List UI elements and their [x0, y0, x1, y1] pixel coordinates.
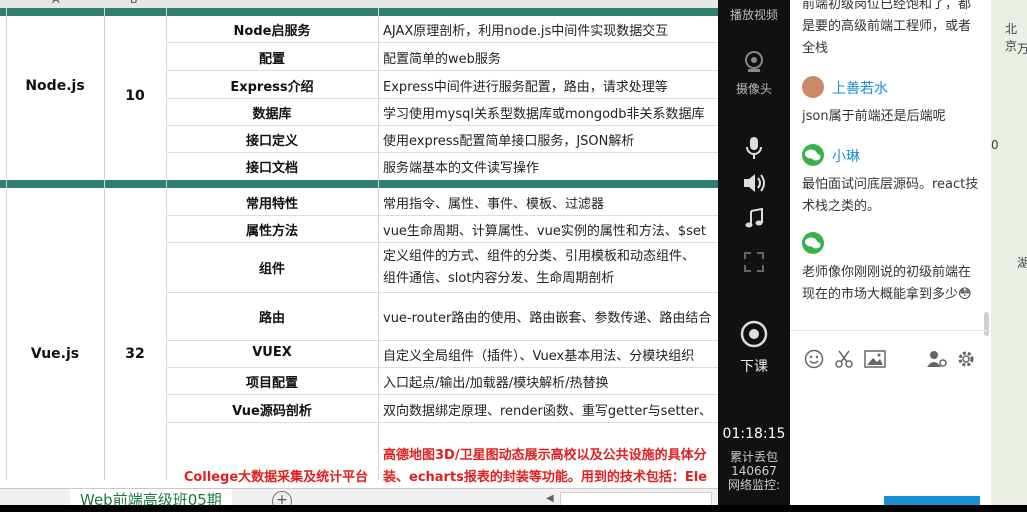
topic-cell[interactable]: 配置 [166, 48, 378, 67]
row-divider [166, 42, 718, 43]
row-divider [166, 292, 718, 293]
description-cell[interactable]: vue生命周期、计算属性、vue实例的属性和方法、$set [383, 220, 718, 239]
column-header-a[interactable]: A [52, 0, 60, 6]
description-cell[interactable]: AJAX原理剖析，利用node.js中间件实现数据交互 [383, 20, 718, 39]
description-cell[interactable]: 入口起点/输出/加载器/模块解析/热替换 [383, 372, 718, 391]
end-class-icon[interactable] [740, 320, 768, 348]
topic-cell[interactable]: 接口定义 [166, 130, 378, 149]
row-divider [166, 125, 718, 126]
topic-cell[interactable]: Vue源码剖析 [166, 400, 378, 419]
row-divider [166, 242, 718, 243]
play-video-label[interactable]: 播放视频 [718, 6, 790, 23]
spreadsheet: A B Node.js 10 Node启服务 AJAX原理剖析，利用node.j… [0, 0, 718, 512]
map-label: 湖 [1017, 256, 1027, 270]
music-icon[interactable] [744, 207, 764, 230]
chat-toolbar [790, 330, 991, 389]
map-background: 北京 万 0 湖 [991, 0, 1027, 512]
row-divider [166, 152, 718, 153]
row-divider [166, 215, 718, 216]
hours-cell[interactable]: 10 [104, 88, 166, 104]
topic-cell[interactable]: 路由 [166, 307, 378, 326]
topic-cell[interactable]: Express介绍 [166, 76, 378, 95]
emoji-icon[interactable] [804, 349, 824, 369]
topic-cell[interactable]: 项目配置 [166, 372, 378, 391]
description-cell[interactable]: 服务端基本的文件读写操作 [383, 157, 718, 176]
fullscreen-icon[interactable] [744, 252, 764, 272]
topic-cell[interactable]: 常用特性 [166, 193, 378, 212]
grid-line [104, 8, 105, 480]
emoji: 😳 [958, 287, 972, 302]
taskbar [0, 505, 1027, 512]
description-cell[interactable]: Express中间件进行服务配置，路由，请求处理等 [383, 76, 718, 95]
image-icon[interactable] [864, 349, 886, 369]
module-name-cell[interactable]: Node.js [6, 78, 104, 94]
scissors-icon[interactable] [834, 349, 854, 369]
row-divider [166, 422, 718, 423]
chat-username[interactable]: 小琳 [832, 146, 860, 166]
scroll-left-icon[interactable]: ◀ [546, 493, 554, 504]
chat-message-text: 最怕面试问底层源码。react技术栈之类的。 [802, 177, 979, 214]
section-divider [0, 180, 718, 188]
row-divider [166, 367, 718, 368]
live-control-panel: 播放视频 摄像头 下课 01:18:15 累计丢包 140667 网络监控: [718, 0, 790, 512]
camera-label[interactable]: 摄像头 [718, 80, 790, 97]
row-divider [166, 340, 718, 341]
description-cell[interactable]: 双向数据绑定原理、render函数、重写getter与setter、 [383, 400, 718, 419]
map-label: 万 [1017, 42, 1027, 56]
description-cell[interactable]: 定义组件的方式、组件的分类、引用模板和动态组件、组件通信、slot内容分发、生命… [383, 246, 703, 290]
description-cell[interactable]: 使用express配置简单接口服务，JSON解析 [383, 130, 718, 149]
user-settings-icon[interactable] [926, 349, 948, 369]
network-monitor-label: 网络监控: [727, 478, 781, 492]
column-header-b[interactable]: B [130, 0, 138, 6]
row-divider [166, 70, 718, 71]
row-divider [166, 394, 718, 395]
topic-cell[interactable]: 属性方法 [166, 220, 378, 239]
speaker-icon[interactable] [742, 172, 766, 194]
packet-loss-label: 累计丢包 [729, 450, 778, 464]
packet-loss-value: 140667 [731, 464, 777, 478]
camera-icon[interactable] [742, 50, 766, 74]
description-cell[interactable]: 常用指令、属性、事件、模板、过滤器 [383, 193, 718, 212]
avatar[interactable] [802, 76, 824, 98]
topic-cell[interactable]: 数据库 [166, 103, 378, 122]
chat-message-text: 前端初级岗位已经饱和了，都是要的高级前端工程师，或者全栈 [802, 0, 972, 56]
chat-panel: 前端初级岗位已经饱和了，都是要的高级前端工程师，或者全栈 上善若水 json属于… [790, 0, 991, 512]
chat-message-text: 老师像你刚刚说的初级前端在现在的市场大概能拿到多少😳 [802, 262, 980, 306]
grid-line [378, 8, 379, 480]
module-name-cell[interactable]: Vue.js [6, 346, 104, 362]
wechat-icon[interactable] [802, 144, 824, 166]
description-cell[interactable]: 学习使用mysql关系型数据库或mongodb非关系数据库 [383, 103, 718, 122]
topic-cell[interactable]: 组件 [166, 258, 378, 277]
chat-username[interactable]: 上善若水 [832, 78, 888, 98]
topic-cell[interactable]: 接口文档 [166, 157, 378, 176]
microphone-icon[interactable] [744, 136, 764, 160]
section-divider [0, 8, 718, 16]
project-description-cell[interactable]: 高德地图3D/卫星图动态展示高校以及公共设施的具体分装、echarts报表的封装… [383, 445, 713, 489]
chat-message-text: json属于前端还是后端呢 [802, 109, 946, 124]
map-label: 0 [991, 138, 999, 152]
description-cell[interactable]: 自定义全局组件（插件）、Vuex基本用法、分模块组织 [383, 345, 718, 364]
description-cell[interactable]: 配置简单的web服务 [383, 48, 718, 67]
topic-cell[interactable]: VUEX [166, 345, 378, 360]
elapsed-time: 01:18:15 [722, 426, 786, 442]
gear-icon[interactable] [956, 349, 976, 369]
description-cell[interactable]: vue-router路由的使用、路由嵌套、参数传递、路由结合 [383, 307, 718, 326]
topic-cell[interactable]: Node启服务 [166, 20, 378, 39]
project-name-cell[interactable]: College大数据采集及统计平台 [176, 466, 376, 485]
end-class-button[interactable]: 下课 [718, 356, 790, 376]
row-divider [166, 98, 718, 99]
hours-cell[interactable]: 32 [104, 346, 166, 362]
chat-message-body: 老师像你刚刚说的初级前端在现在的市场大概能拿到多少 [802, 265, 972, 302]
wechat-icon[interactable] [802, 232, 824, 254]
